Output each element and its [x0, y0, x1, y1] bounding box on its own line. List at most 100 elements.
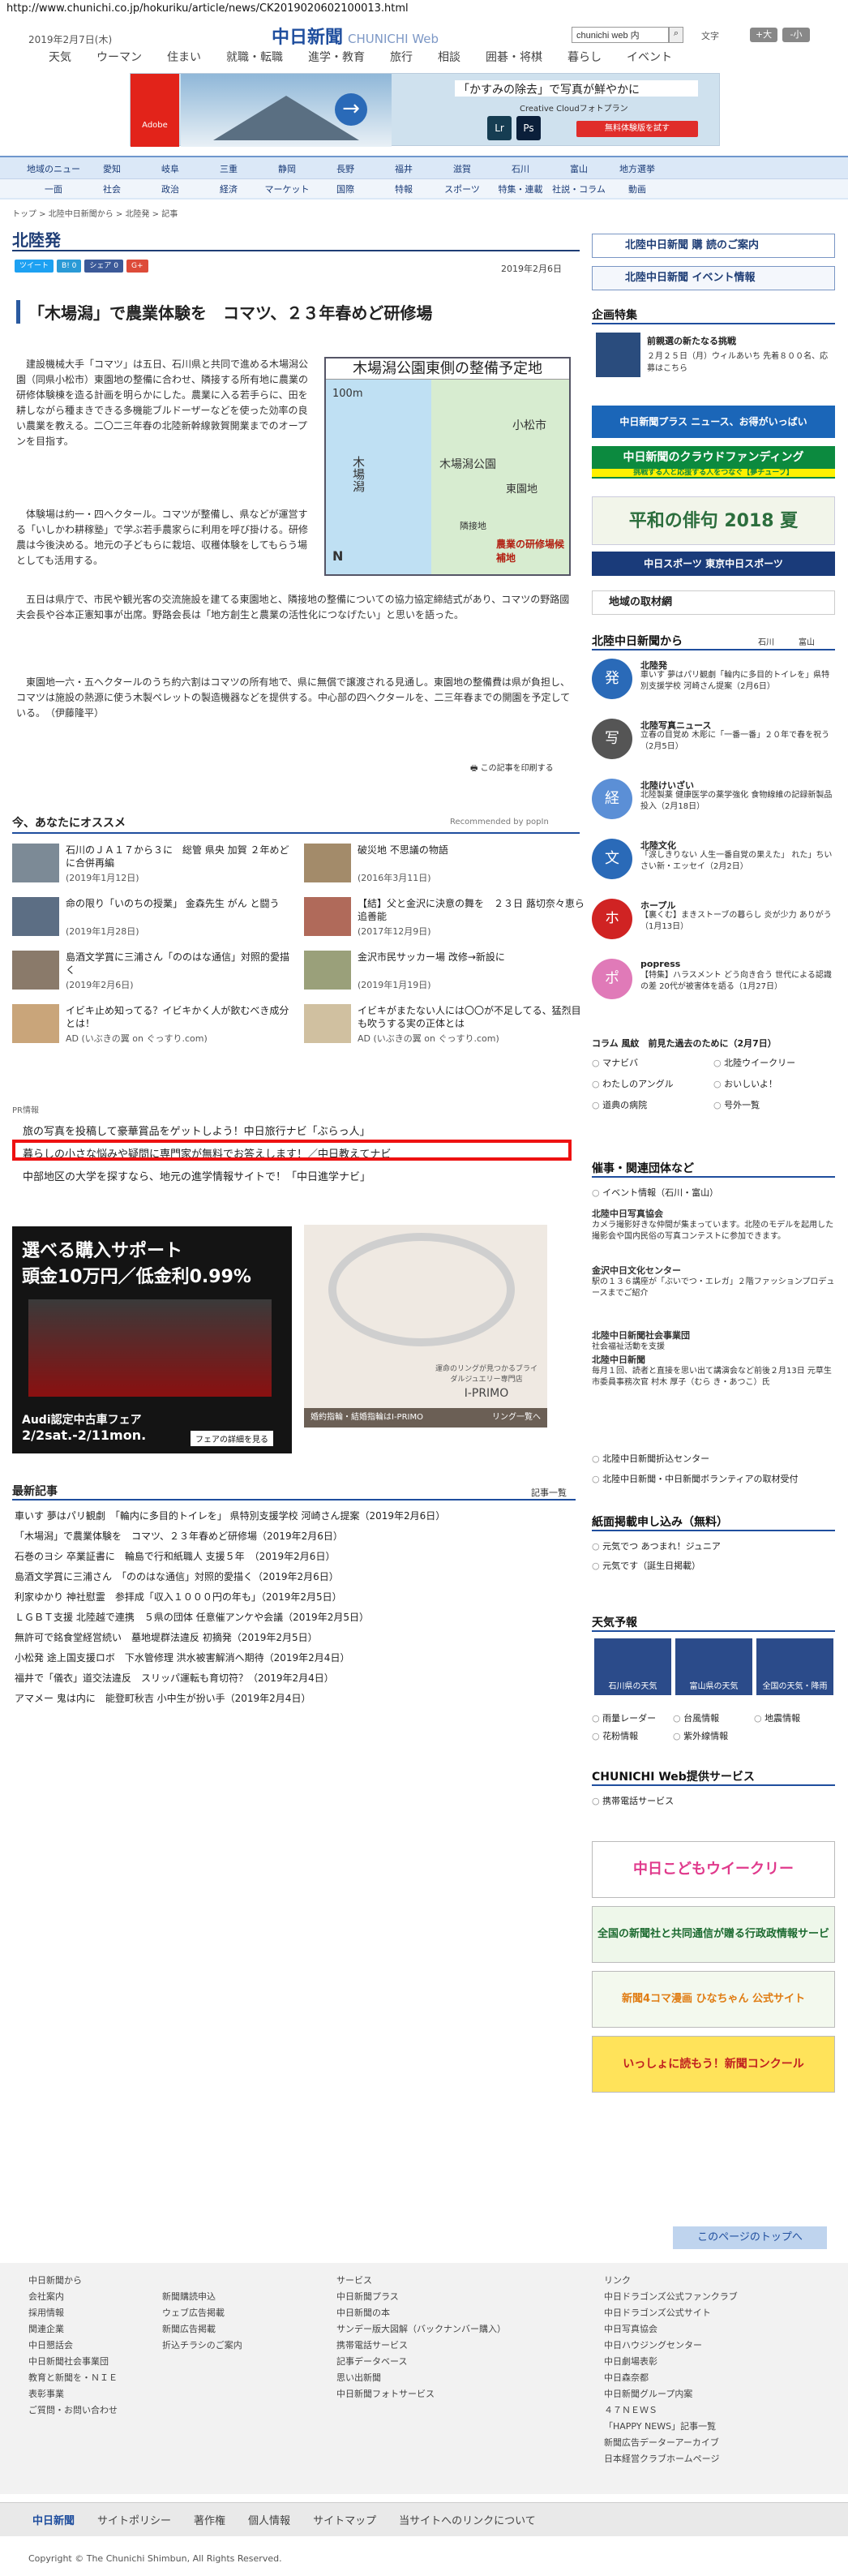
footer-link[interactable]: ご質問・お問い合わせ [28, 2402, 118, 2419]
footer-link[interactable]: 中日劇場表彰 [604, 2354, 738, 2370]
iprimo-ad[interactable]: 運命のリングが見つかるブライダルジュエリー専門店 I-PRIMO 婚約指輪・結婚… [304, 1225, 547, 1428]
feature-headline[interactable]: 前親選の新たなる挑戦 [647, 334, 736, 347]
category-nav-item[interactable]: 一面 [24, 182, 83, 195]
weather-national[interactable]: 全国の天気・降雨 [756, 1638, 833, 1695]
tweet-button[interactable]: ツイート [15, 260, 54, 273]
search-icon[interactable]: ⌕ [669, 27, 683, 43]
site-logo[interactable]: 中日新聞 CHUNICHI Web [272, 23, 439, 49]
from-item[interactable]: 写北陸写真ニュース 立春の目覚め 木彫に「一番一番」２０年で春を祝う（2月5日） [592, 719, 835, 761]
footer-link[interactable]: 関連企業 [28, 2321, 118, 2338]
footer-link[interactable]: ４７ＮＥＷＳ [604, 2402, 738, 2419]
chunichi-plus-banner[interactable]: 中日新聞プラス ニュース、お得がいっぱい [592, 406, 835, 438]
event-info-link[interactable]: 北陸中日新聞 イベント情報 [592, 266, 835, 290]
pr-link-3[interactable]: 中部地区の大学を探すなら、地元の進学情報サイトで！「中日進学ナビ」 [23, 1168, 370, 1183]
topnav-item[interactable]: 就職・転職 [226, 49, 283, 65]
org-event[interactable]: 北陸中日新聞社会事業団 社会福祉活動を支援 [592, 1330, 835, 1353]
hinachan-ad[interactable]: 新聞4コマ漫画 ひなちゃん 公式サイト [592, 1971, 835, 2028]
latest-item[interactable]: 車いす 夢はパリ観劇 「輪内に多目的トイレを」 県特別支援学校 河崎さん提案（2… [15, 1509, 574, 1522]
category-nav-item[interactable]: マーケット [258, 182, 316, 195]
weather-ishikawa[interactable]: 石川県の天気 [594, 1638, 671, 1695]
iprimo-cta[interactable]: 婚約指輪・結婚指輪はI-PRIMO リング一覧へ [304, 1408, 547, 1428]
footer-link[interactable]: 採用情報 [28, 2305, 118, 2321]
mobile-service-link[interactable]: 携帯電話サービス [592, 1794, 674, 1807]
footer-link[interactable]: サンデー版大図解（バックナンバー購入） [336, 2321, 506, 2338]
from-item[interactable]: 文北陸文化 「涙しきりない 人生一番自覚の果えた」 れた」ちいさい新・エッセイ（2… [592, 839, 835, 881]
footer-link[interactable]: 表彰事業 [28, 2386, 118, 2402]
footer-link[interactable]: 中日ハウジングセンター [604, 2338, 738, 2354]
topnav-item[interactable]: 相談 [438, 49, 460, 65]
recommend-item[interactable]: 金沢市民サッカー場 改修→新設に (2019年1月19日) [304, 951, 580, 991]
footer-link[interactable]: 中日写真協会 [604, 2321, 738, 2338]
topnav-item[interactable]: 旅行 [390, 49, 413, 65]
latest-item[interactable]: 「木場潟」で農業体験を コマツ、２３年春めど研修場（2019年2月6日） [15, 1529, 574, 1543]
right-link[interactable]: おいしいよ！ [713, 1077, 777, 1090]
footer-link[interactable]: 中日ドラゴンズ公式ファンクラブ [604, 2289, 738, 2305]
recommend-item[interactable]: 【結】父と金沢に決意の舞を ２３日 蕗切奈々恵ら追善能 (2017年12月9日) [304, 897, 585, 938]
facebook-share-button[interactable]: シェア 0 [84, 260, 123, 273]
chunichi-sports-banner[interactable]: 中日スポーツ 東京中日スポーツ [592, 552, 835, 576]
footer-link[interactable]: 教育と新聞を・ＮＩＥ [28, 2370, 118, 2386]
topnav-item[interactable]: ウーマン [96, 49, 142, 65]
footer-link[interactable]: 中日新聞プラス [336, 2289, 506, 2305]
topnav-item[interactable]: 進学・教育 [308, 49, 365, 65]
latest-more-link[interactable]: 記事一覧 [531, 1486, 567, 1499]
recommend-item[interactable]: 島酒文学賞に三浦さん「ののはな通信」対照的愛描く (2019年2月6日) [12, 951, 289, 991]
footer-link[interactable]: ウェブ広告掲載 [162, 2305, 242, 2321]
footer-link[interactable]: 思い出新聞 [336, 2370, 506, 2386]
topnav-item[interactable]: 囲碁・将棋 [486, 49, 542, 65]
recommend-item[interactable]: 石川のＪＡ１７から３に 総管 県央 加賀 ２年めどに合併再編 (2019年1月12… [12, 844, 289, 884]
footer-link[interactable]: 中日新聞社会事業団 [28, 2354, 118, 2370]
footer-link[interactable]: 中日ドラゴンズ公式サイト [604, 2305, 738, 2321]
category-nav-item[interactable]: 動画 [608, 182, 666, 195]
weather-link[interactable]: 雨量レーダー [592, 1711, 656, 1724]
weather-toyama[interactable]: 富山県の天気 [675, 1638, 752, 1695]
recommend-item[interactable]: イビキがまたない人には〇〇が不足してる、猛烈目も吹うする実の正体とは AD (いぶ… [304, 1004, 581, 1045]
paper-link-1[interactable]: 元気でつ あつまれ！ジュニア [592, 1539, 721, 1552]
org-event[interactable]: 北陸中日新聞 毎月１回、読者と直接を思い出て講演会など前後２月13日 元草生市委員… [592, 1355, 835, 1389]
footer-nav-link[interactable]: 中日新聞 [32, 2512, 75, 2527]
footer-link[interactable]: 中日新聞グループ内案 [604, 2386, 738, 2402]
from-item[interactable]: 発北陸発 車いす 夢はパリ観劇「輪内に多目的トイレを」県特別支援学校 河崎さん提案… [592, 659, 835, 701]
footer-link[interactable]: 新聞広告データーアーカイブ [604, 2435, 738, 2451]
latest-item[interactable]: 小松発 途上国支援ロボ 下水管修理 洪水被害解消へ期待（2019年2月4日） [15, 1651, 574, 1664]
audi-ad[interactable]: 選べる購入サポート 頭金10万円／低金利0.99% Audi認定中古車フェア 2… [12, 1226, 292, 1453]
newspaper-contest-ad[interactable]: いっしょに読もう！新聞コンクール [592, 2036, 835, 2093]
hatena-button[interactable]: B! 0 [57, 260, 82, 273]
from-link-toyama[interactable]: 富山 [799, 635, 815, 647]
print-link[interactable]: 🖶 この記事を印刷する [470, 761, 554, 776]
topnav-item[interactable]: 暮らし [567, 49, 602, 65]
weather-link[interactable]: 花粉情報 [592, 1729, 638, 1742]
search-input[interactable] [572, 27, 669, 43]
footer-link-2[interactable]: 北陸中日新聞・中日新聞ボランティアの取材受付 [592, 1472, 798, 1485]
event-info-ishikawa-link[interactable]: イベント情報（石川・富山） [592, 1186, 718, 1199]
footer-link[interactable]: 中日新聞フォトサービス [336, 2386, 506, 2402]
region-coverage-link[interactable]: 地域の取材網 [592, 590, 835, 615]
crowdfunding-banner[interactable]: 中日新聞のクラウドファンディング 挑戦する人と応援する人をつなぐ【夢チューブ】 [592, 446, 835, 479]
from-item[interactable]: ホホープル 【裏くむ】まきストーブの暮らし 炎が少力 ありがう（1月13日） [592, 899, 835, 941]
recommend-item[interactable]: イビキ止め知ってる？イビキかく人が飲むべき成分とは！ AD (いぶきの翼 on ぐ… [12, 1004, 289, 1045]
latest-item[interactable]: 石巻のヨシ 卒業証書に 輪島で行和紙職人 支援５年 （2019年2月6日） [15, 1549, 574, 1563]
pr-link-1[interactable]: 旅の写真を投稿して豪華賞品をゲットしよう！中日旅行ナビ「ぶらっ人」 [23, 1123, 370, 1138]
org-event[interactable]: 北陸中日写真協会 カメラ撮影好きな仲間が集まっています。北陸のモデルを起用した撮影… [592, 1209, 835, 1243]
category-nav-item[interactable]: 政治 [141, 182, 199, 195]
footer-link[interactable]: 中日懇話会 [28, 2338, 118, 2354]
column-link[interactable]: コラム 風紋 前見た過去のために（2月7日） [592, 1037, 777, 1050]
footer-link[interactable]: 記事データベース [336, 2354, 506, 2370]
font-small-button[interactable]: -小 [782, 28, 810, 42]
topnav-item[interactable]: 住まい [167, 49, 201, 65]
right-link[interactable]: 北陸ウイークリー [713, 1056, 795, 1069]
footer-link[interactable]: 新聞購読申込 [162, 2289, 242, 2305]
right-link[interactable]: 道典の病院 [592, 1098, 647, 1111]
paper-link-2[interactable]: 元気です（誕生日掲載） [592, 1559, 700, 1572]
latest-item[interactable]: 無許可で銘食堂経営続い 墓地堤群法違反 初摘発（2019年2月5日） [15, 1630, 574, 1644]
footer-link[interactable]: 会社案内 [28, 2289, 118, 2305]
kodomo-weekly-ad[interactable]: 中日こどもウイークリー [592, 1841, 835, 1898]
footer-link[interactable]: 新聞広告掲載 [162, 2321, 242, 2338]
latest-item[interactable]: ＬＧＢＴ支援 北陸越で連携 ５県の団体 任意催アンケや会議（2019年2月5日） [15, 1610, 574, 1624]
ad-cta-button[interactable]: 無料体験版を試す [576, 121, 698, 137]
audi-cta[interactable]: フェアの詳細を見る [191, 1431, 273, 1446]
footer-link-1[interactable]: 北陸中日新聞折込センター [592, 1452, 709, 1465]
category-nav-item[interactable]: 特集・連載 [491, 182, 550, 195]
right-link[interactable]: わたしのアングル [592, 1077, 674, 1090]
back-to-top-button[interactable]: このページのトップへ [673, 2226, 827, 2249]
